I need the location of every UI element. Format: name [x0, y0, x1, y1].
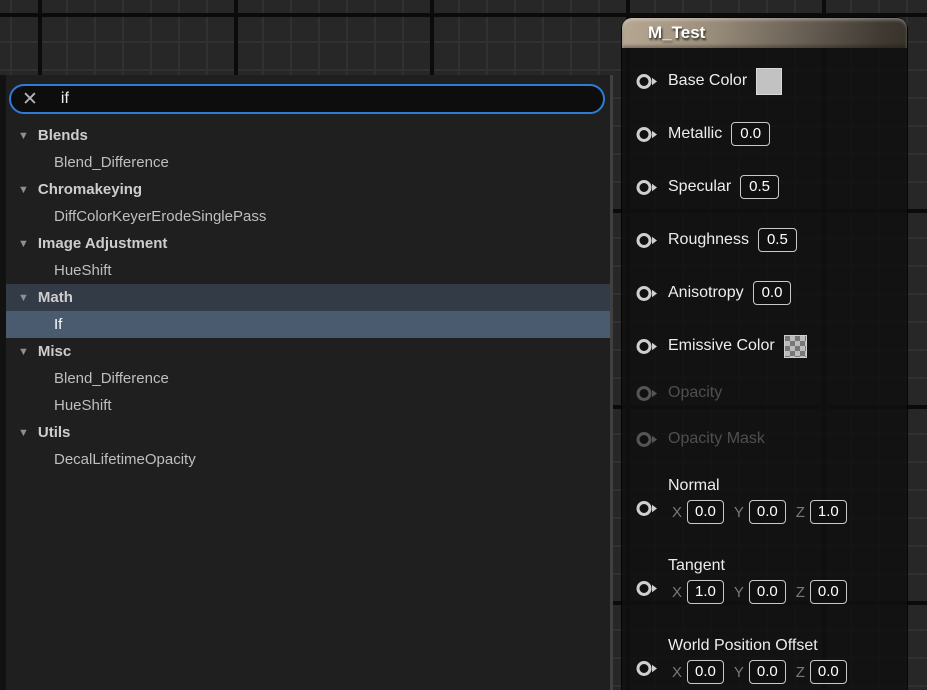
pin-row-opacity-mask: Opacity Mask: [636, 426, 907, 452]
tree-item-decallifetimeopacity[interactable]: DecalLifetimeOpacity: [6, 446, 610, 473]
input-pin-icon[interactable]: [636, 385, 658, 402]
input-pin-icon[interactable]: [636, 232, 658, 249]
tree-item-if[interactable]: If: [6, 311, 610, 338]
pin-row-metallic: Metallic 0.0: [636, 121, 907, 147]
material-node-header[interactable]: M_Test: [622, 18, 907, 48]
pin-row-tangent: Tangent X 1.0 Y 0.0 Z 0.0: [636, 552, 907, 604]
axis-label-y: Y: [734, 584, 744, 601]
clear-search-icon[interactable]: ✕: [22, 90, 38, 109]
vector-value-input-y[interactable]: 0.0: [749, 580, 786, 604]
tree-category-blends[interactable]: ▼ Blends: [6, 122, 610, 149]
input-pin-icon[interactable]: [636, 500, 658, 517]
pin-label: Roughness: [668, 231, 749, 249]
input-pin-icon[interactable]: [636, 431, 658, 448]
input-pin-icon[interactable]: [636, 285, 658, 302]
tree-item-blend_difference[interactable]: Blend_Difference: [6, 149, 610, 176]
input-pin-icon[interactable]: [636, 338, 658, 355]
pin-label: Base Color: [668, 72, 747, 90]
pin-row-opacity: Opacity: [636, 380, 907, 406]
pin-value-input[interactable]: 0.0: [753, 281, 792, 305]
pin-row-roughness: Roughness 0.5: [636, 227, 907, 253]
pin-label: Emissive Color: [668, 337, 775, 355]
category-label: Chromakeying: [38, 181, 142, 198]
pin-label: Opacity: [668, 384, 722, 402]
pin-label: World Position Offset: [668, 637, 847, 657]
vector-value-input-x[interactable]: 1.0: [687, 580, 724, 604]
pin-row-specular: Specular 0.5: [636, 174, 907, 200]
checker-swatch[interactable]: [784, 335, 807, 358]
tree-category-misc[interactable]: ▼ Misc: [6, 338, 610, 365]
axis-label-y: Y: [734, 504, 744, 521]
category-label: Misc: [38, 343, 71, 360]
material-node-pins: Base ColorMetallic0.0Specular0.5Roughnes…: [622, 48, 907, 684]
search-box[interactable]: ✕: [9, 84, 605, 114]
category-label: Blends: [38, 127, 88, 144]
pin-label: Normal: [668, 477, 847, 497]
category-label: Image Adjustment: [38, 235, 167, 252]
input-pin-icon[interactable]: [636, 179, 658, 196]
search-row: ✕: [6, 75, 610, 121]
pin-row-emissive-color: Emissive Color: [636, 333, 907, 359]
axis-label-x: X: [672, 664, 682, 681]
axis-label-z: Z: [796, 584, 805, 601]
axis-label-x: X: [672, 584, 682, 601]
vector-value-input-z[interactable]: 0.0: [810, 580, 847, 604]
pin-label: Tangent: [668, 557, 847, 577]
pin-row-anisotropy: Anisotropy 0.0: [636, 280, 907, 306]
input-pin-icon[interactable]: [636, 73, 658, 90]
axis-label-z: Z: [796, 664, 805, 681]
tree-item-hueshift[interactable]: HueShift: [6, 392, 610, 419]
tree-category-image-adjustment[interactable]: ▼ Image Adjustment: [6, 230, 610, 257]
tree-item-blend_difference[interactable]: Blend_Difference: [6, 365, 610, 392]
pin-label: Specular: [668, 178, 731, 196]
tree-item-diffcolorkeyererodesinglepass[interactable]: DiffColorKeyerErodeSinglePass: [6, 203, 610, 230]
tree-category-utils[interactable]: ▼ Utils: [6, 419, 610, 446]
pin-value-input[interactable]: 0.5: [758, 228, 797, 252]
pin-row-normal: Normal X 0.0 Y 0.0 Z 1.0: [636, 472, 907, 524]
vector-value-input-z[interactable]: 0.0: [810, 660, 847, 684]
input-pin-icon[interactable]: [636, 580, 658, 597]
pin-label: Opacity Mask: [668, 430, 765, 448]
pin-value-input[interactable]: 0.0: [731, 122, 770, 146]
search-input[interactable]: [59, 89, 543, 109]
collapse-triangle-icon: ▼: [18, 427, 29, 439]
category-label: Utils: [38, 424, 71, 441]
collapse-triangle-icon: ▼: [18, 346, 29, 358]
axis-label-y: Y: [734, 664, 744, 681]
search-results-tree: ▼ Blends Blend_Difference ▼ Chromakeying Diff…: [6, 122, 610, 473]
pin-label: Metallic: [668, 125, 722, 143]
vector-value-input-x[interactable]: 0.0: [687, 660, 724, 684]
tree-item-hueshift[interactable]: HueShift: [6, 257, 610, 284]
pin-row-base-color: Base Color: [636, 68, 907, 94]
vector-value-input-x[interactable]: 0.0: [687, 500, 724, 524]
collapse-triangle-icon: ▼: [18, 292, 29, 304]
vector-value-input-y[interactable]: 0.0: [749, 660, 786, 684]
pin-value-input[interactable]: 0.5: [740, 175, 779, 199]
input-pin-icon[interactable]: [636, 660, 658, 677]
collapse-triangle-icon: ▼: [18, 130, 29, 142]
collapse-triangle-icon: ▼: [18, 238, 29, 250]
axis-label-z: Z: [796, 504, 805, 521]
material-graph-editor: ✕ ▼ Blends Blend_Difference ▼ Chromakeying Di…: [0, 0, 927, 690]
category-label: Math: [38, 289, 73, 306]
vector-value-input-z[interactable]: 1.0: [810, 500, 847, 524]
vector-value-input-y[interactable]: 0.0: [749, 500, 786, 524]
material-result-node[interactable]: M_Test Base ColorMetallic0.0Specular0.5R…: [622, 18, 907, 690]
tree-category-math[interactable]: ▼ Math: [6, 284, 610, 311]
axis-label-x: X: [672, 504, 682, 521]
input-pin-icon[interactable]: [636, 126, 658, 143]
color-swatch[interactable]: [756, 68, 782, 95]
pin-label: Anisotropy: [668, 284, 744, 302]
node-search-menu: ✕ ▼ Blends Blend_Difference ▼ Chromakeying Di…: [0, 75, 613, 690]
pin-row-world-position-offset: World Position Offset X 0.0 Y 0.0 Z 0.0: [636, 632, 907, 684]
collapse-triangle-icon: ▼: [18, 184, 29, 196]
tree-category-chromakeying[interactable]: ▼ Chromakeying: [6, 176, 610, 203]
material-node-title: M_Test: [648, 23, 705, 43]
